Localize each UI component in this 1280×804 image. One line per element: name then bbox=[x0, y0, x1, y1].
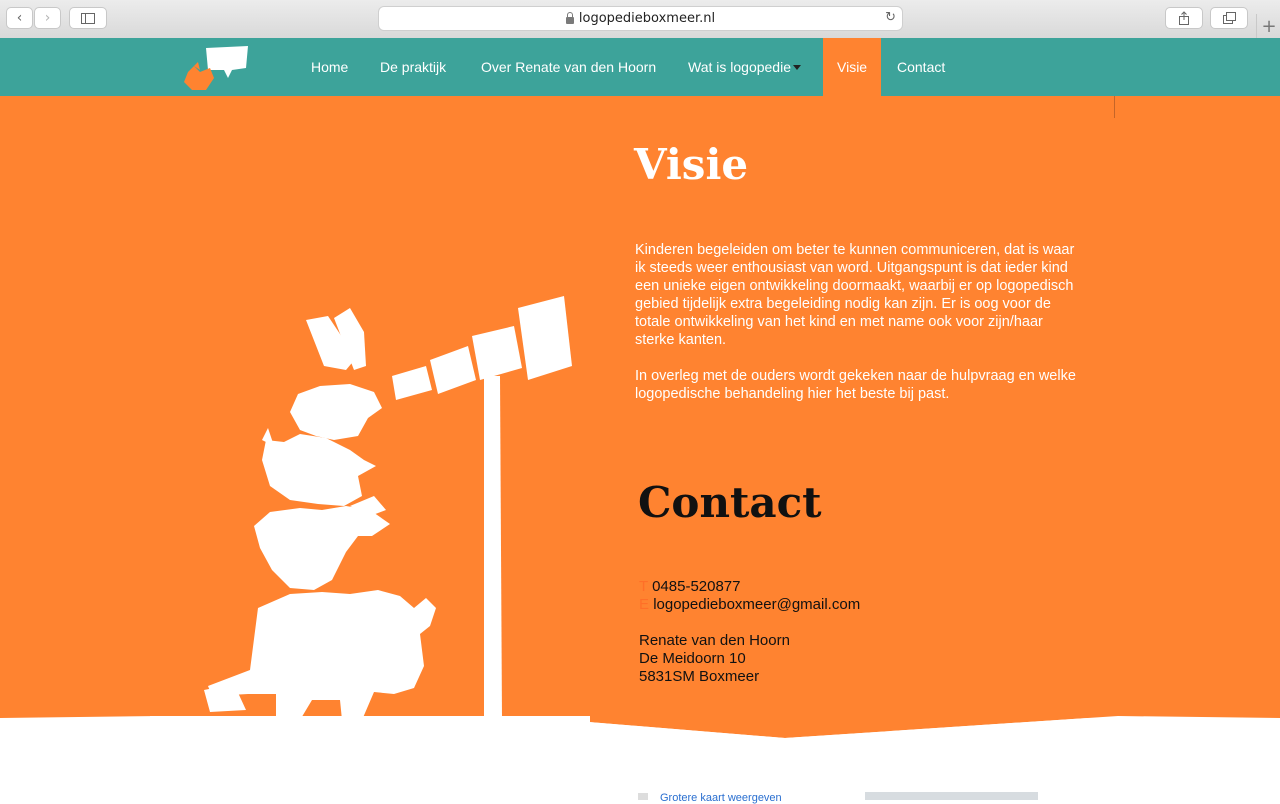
url-text: logopedieboxmeer.nl bbox=[578, 11, 716, 26]
back-button[interactable]: ‹ bbox=[6, 7, 33, 29]
email-label: E bbox=[639, 596, 650, 613]
map-icon bbox=[638, 793, 648, 800]
tabs-icon bbox=[1222, 12, 1236, 24]
lock-icon bbox=[565, 12, 574, 24]
reload-icon[interactable]: ↻ bbox=[885, 10, 896, 25]
visie-title: Visie bbox=[634, 140, 749, 189]
contact-name: Renate van den Hoorn bbox=[639, 632, 790, 649]
divider bbox=[1114, 96, 1115, 118]
nav-home[interactable]: Home bbox=[311, 38, 348, 96]
phone-label: T bbox=[639, 578, 648, 595]
address-bar[interactable]: logopedieboxmeer.nl ↻ bbox=[378, 6, 903, 31]
contact-city: 5831SM Boxmeer bbox=[639, 668, 760, 685]
site-logo[interactable] bbox=[180, 44, 250, 92]
share-icon bbox=[1179, 11, 1189, 25]
nav-visie[interactable]: Visie bbox=[823, 38, 882, 96]
sidebar-icon bbox=[81, 12, 95, 24]
caret-down-icon bbox=[792, 65, 801, 70]
contact-street: De Meidoorn 10 bbox=[639, 650, 746, 667]
email-address[interactable]: logopedieboxmeer@gmail.com bbox=[653, 596, 860, 613]
contact-title: Contact bbox=[638, 478, 822, 527]
tabs-button[interactable] bbox=[1210, 7, 1248, 29]
share-button[interactable] bbox=[1165, 7, 1203, 29]
visie-paragraph-2: In overleg met de ouders wordt gekeken n… bbox=[635, 368, 1076, 402]
new-tab-button[interactable]: + bbox=[1256, 14, 1280, 38]
animals-telescope-illustration bbox=[150, 296, 590, 730]
nav-contact[interactable]: Contact bbox=[897, 38, 945, 96]
map-embed[interactable] bbox=[865, 792, 1038, 800]
nav-wat-is-logopedie-label: Wat is logopedie bbox=[688, 59, 791, 75]
browser-toolbar: ‹ › logopedieboxmeer.nl ↻ + bbox=[0, 0, 1280, 39]
larger-map-link[interactable]: Grotere kaart weergeven bbox=[660, 792, 782, 804]
contact-email: E logopedieboxmeer@gmail.com bbox=[639, 596, 860, 614]
forward-button[interactable]: › bbox=[34, 7, 61, 29]
nav-over-renate[interactable]: Over Renate van den Hoorn bbox=[481, 38, 656, 96]
nav-wat-is-logopedie[interactable]: Wat is logopedie bbox=[688, 38, 801, 96]
phone-number[interactable]: 0485-520877 bbox=[652, 578, 740, 595]
contact-phone: T 0485-520877 bbox=[639, 578, 741, 596]
visie-paragraph-1: Kinderen begeleiden om beter te kunnen c… bbox=[635, 242, 1075, 348]
nav-de-praktijk[interactable]: De praktijk bbox=[380, 38, 446, 96]
sidebar-toggle-button[interactable] bbox=[69, 7, 107, 29]
